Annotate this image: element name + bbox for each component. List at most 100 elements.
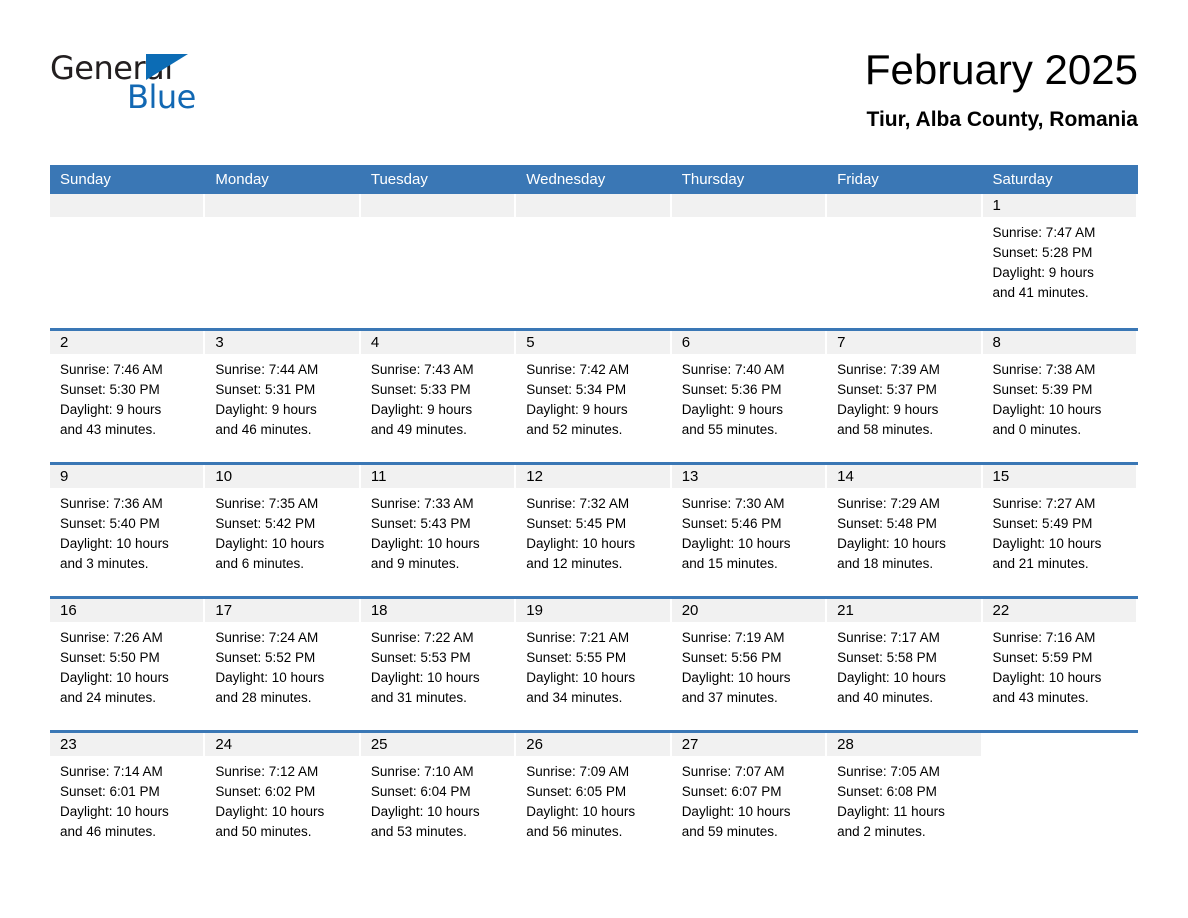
day-detail-line: Sunset: 5:49 PM [992,516,1093,531]
day-detail-line: Daylight: 9 hours [370,402,473,417]
weekday-header-row: Sunday Monday Tuesday Wednesday Thursday Frid… [50,165,1138,194]
day-cell-6[interactable]: 6 Sunrise: 7:40 AM Sunset: 5:36 PM Daylight… [671,331,828,462]
day-cell-17[interactable]: 17 Sunrise: 7:24 AM Sunset: 5:52 PM Dayligh… [205,599,361,730]
day-detail-line: Sunset: 5:45 PM [526,516,627,531]
day-detail-line: and 3 minutes. [60,556,149,571]
day-detail-line: and 6 minutes. [215,556,304,571]
day-cell-15[interactable]: 15 Sunrise: 7:27 AM Sunset: 5:49 PM Dayligh… [982,465,1138,596]
day-cell-8[interactable]: 8 Sunrise: 7:38 AM Sunset: 5:39 PM Daylight… [982,331,1138,462]
day-detail-line: Sunrise: 7:29 AM [837,496,940,511]
day-details: Sunrise: 7:29 AM Sunset: 5:48 PM Daylight:… [827,488,982,574]
weekday-header-sunday: Sunday [60,171,111,188]
day-number-band: 26 [516,733,670,756]
day-cell-3[interactable]: 3 Sunrise: 7:44 AM Sunset: 5:31 PM Daylight… [205,331,361,462]
day-cell-12[interactable]: 12 Sunrise: 7:32 AM Sunset: 5:45 PM Dayligh… [516,465,672,596]
day-detail-line: and 46 minutes. [60,824,157,839]
day-number-band: 15 [982,465,1136,488]
day-number: 26 [526,736,543,753]
day-detail-line: Daylight: 9 hours [837,402,939,417]
day-detail-line: Sunrise: 7:19 AM [681,630,785,645]
day-detail-line: Daylight: 10 hours [526,670,636,685]
day-details: Sunrise: 7:38 AM Sunset: 5:39 PM Daylight:… [983,354,1138,440]
day-detail-line: Sunrise: 7:22 AM [370,630,474,645]
day-number: 12 [526,468,543,485]
weekday-header-monday: Monday [215,171,269,188]
day-cell-27[interactable]: 27 Sunrise: 7:07 AM Sunset: 6:07 PM Dayligh… [671,733,828,864]
day-cell-23[interactable]: 23 Sunrise: 7:14 AM Sunset: 6:01 PM Dayligh… [50,733,206,864]
day-detail-line: Daylight: 10 hours [837,670,946,685]
day-detail-line: Sunrise: 7:40 AM [681,362,785,377]
day-number-band: 6 [671,331,826,354]
day-cell-21[interactable]: 21 Sunrise: 7:17 AM Sunset: 5:58 PM Dayligh… [827,599,983,730]
day-detail-line: Daylight: 10 hours [992,670,1102,685]
day-detail-line: Daylight: 10 hours [215,536,325,551]
day-number: 7 [837,334,846,351]
day-detail-line: Daylight: 10 hours [526,536,636,551]
weekday-header-thursday: Thursday [681,171,745,188]
day-cell-24[interactable]: 24 Sunrise: 7:12 AM Sunset: 6:02 PM Dayligh… [205,733,361,864]
day-detail-line: Daylight: 10 hours [526,804,636,819]
day-detail-line: Daylight: 10 hours [681,804,791,819]
day-cell-9[interactable]: 9 Sunrise: 7:36 AM Sunset: 5:40 PM Daylight… [50,465,206,596]
day-detail-line: Sunset: 5:56 PM [681,650,782,665]
day-cell-4[interactable]: 4 Sunrise: 7:43 AM Sunset: 5:33 PM Daylight… [360,331,517,462]
day-details: Sunrise: 7:14 AM Sunset: 6:01 PM Daylight:… [50,756,205,842]
day-details: Sunrise: 7:26 AM Sunset: 5:50 PM Daylight:… [50,622,205,708]
day-cell-26[interactable]: 26 Sunrise: 7:09 AM Sunset: 6:05 PM Dayligh… [516,733,672,864]
day-detail-line: Daylight: 10 hours [992,536,1102,551]
day-cell-16[interactable]: 16 Sunrise: 7:26 AM Sunset: 5:50 PM Dayligh… [50,599,206,730]
day-detail-line: Daylight: 10 hours [370,670,480,685]
day-cell-20[interactable]: 20 Sunrise: 7:19 AM Sunset: 5:56 PM Dayligh… [671,599,828,730]
day-detail-line: Daylight: 10 hours [215,670,325,685]
day-detail-line: Sunrise: 7:47 AM [992,225,1096,240]
day-detail-line: Daylight: 10 hours [60,804,169,819]
day-details: Sunrise: 7:05 AM Sunset: 6:08 PM Daylight:… [827,756,982,842]
day-detail-line: Sunset: 5:39 PM [992,382,1093,397]
day-details: Sunrise: 7:24 AM Sunset: 5:52 PM Daylight:… [205,622,360,708]
day-number-band: 8 [982,331,1136,354]
day-detail-line: Daylight: 10 hours [681,670,791,685]
day-number: 5 [526,334,535,351]
day-number: 11 [370,468,387,485]
location-subtitle: Tiur, Alba County, Romania [866,108,1138,132]
day-details: Sunrise: 7:12 AM Sunset: 6:02 PM Daylight:… [205,756,360,842]
day-cell-19[interactable]: 19 Sunrise: 7:21 AM Sunset: 5:55 PM Dayligh… [516,599,672,730]
day-cell-2[interactable]: 2 Sunrise: 7:46 AM Sunset: 5:30 PM Daylight… [50,331,206,462]
day-cell-7[interactable]: 7 Sunrise: 7:39 AM Sunset: 5:37 PM Daylight… [827,331,983,462]
day-number-band: 28 [827,733,981,756]
weekday-header-tuesday: Tuesday [370,171,428,188]
day-number-band: 24 [205,733,359,756]
day-details: Sunrise: 7:07 AM Sunset: 6:07 PM Daylight:… [672,756,827,842]
day-cell-1[interactable]: 1 Sunrise: 7:47 AM Sunset: 5:28 PM Daylight… [982,194,1138,328]
day-detail-line: Sunrise: 7:10 AM [370,764,474,779]
day-cell-5[interactable]: 5 Sunrise: 7:42 AM Sunset: 5:34 PM Daylight… [516,331,672,462]
day-detail-line: Sunset: 5:36 PM [681,382,782,397]
calendar-week-row: 9 Sunrise: 7:36 AM Sunset: 5:40 PM Daylight… [50,462,1138,596]
day-detail-line: Sunrise: 7:35 AM [215,496,319,511]
day-number-band [360,194,515,217]
day-details: Sunrise: 7:30 AM Sunset: 5:46 PM Daylight:… [672,488,827,574]
day-cell-10[interactable]: 10 Sunrise: 7:35 AM Sunset: 5:42 PM Dayligh… [205,465,361,596]
day-number-band: 22 [982,599,1136,622]
day-number-band [983,733,1136,756]
day-detail-line: Sunrise: 7:14 AM [60,764,163,779]
day-cell-18[interactable]: 18 Sunrise: 7:22 AM Sunset: 5:53 PM Dayligh… [360,599,517,730]
day-number-band: 2 [50,331,204,354]
day-cell-empty [671,194,828,328]
day-cell-13[interactable]: 13 Sunrise: 7:30 AM Sunset: 5:46 PM Dayligh… [671,465,828,596]
day-number: 22 [992,602,1010,619]
day-number-band: 1 [982,194,1136,217]
day-detail-line: Daylight: 9 hours [992,265,1094,280]
day-cell-25[interactable]: 25 Sunrise: 7:10 AM Sunset: 6:04 PM Dayligh… [360,733,517,864]
day-detail-line: Sunset: 5:59 PM [992,650,1093,665]
day-cell-28[interactable]: 28 Sunrise: 7:05 AM Sunset: 6:08 PM Dayligh… [827,733,983,864]
day-detail-line: Daylight: 9 hours [215,402,317,417]
day-cell-22[interactable]: 22 Sunrise: 7:16 AM Sunset: 5:59 PM Dayligh… [982,599,1138,730]
day-detail-line: Daylight: 10 hours [992,402,1102,417]
day-detail-line: Sunrise: 7:43 AM [370,362,474,377]
day-details: Sunrise: 7:09 AM Sunset: 6:05 PM Daylight:… [516,756,671,842]
day-detail-line: Sunrise: 7:12 AM [215,764,319,779]
day-detail-line: and 28 minutes. [215,690,312,705]
day-cell-14[interactable]: 14 Sunrise: 7:29 AM Sunset: 5:48 PM Dayligh… [827,465,983,596]
day-cell-11[interactable]: 11 Sunrise: 7:33 AM Sunset: 5:43 PM Dayligh… [360,465,517,596]
